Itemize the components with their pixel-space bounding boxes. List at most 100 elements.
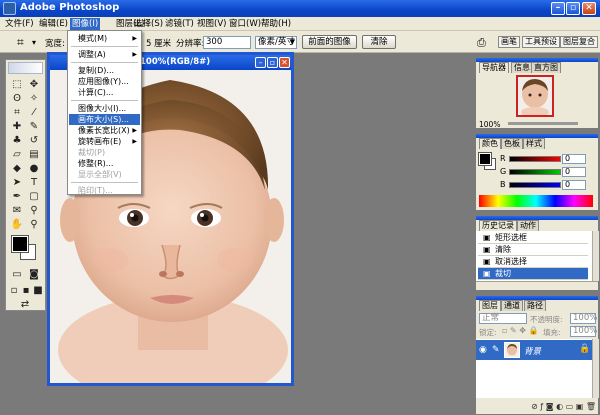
history-item[interactable]: ▣ 裁切 (478, 268, 588, 280)
layer-row-background[interactable]: ◉ ✎ 背景 🔒 (476, 340, 592, 360)
tab-actions[interactable]: 动作 (517, 220, 539, 231)
front-image-button[interactable]: 前面的图像 (302, 35, 357, 49)
dodge-tool-icon[interactable]: ● (27, 162, 41, 175)
image-menu-item[interactable]: 复制(D)... (69, 65, 140, 76)
blur-tool-icon[interactable]: ◆ (10, 162, 24, 175)
doc-minimize-icon[interactable]: – (255, 57, 266, 68)
history-item[interactable]: ▣ 矩形选框 (478, 232, 588, 244)
tab-layers[interactable]: 图层 (479, 300, 501, 311)
healing-brush-icon[interactable]: ✚ (10, 120, 24, 133)
tab-history[interactable]: 历史记录 (479, 220, 517, 231)
brush-tool-icon[interactable]: ✎ (27, 120, 41, 133)
menu-file[interactable]: 文件(F) (3, 18, 36, 30)
channel-g-slider[interactable] (509, 169, 561, 175)
tab-navigator[interactable]: 导航器 (479, 62, 509, 73)
tab-histogram[interactable]: 直方图 (531, 62, 561, 73)
history-item[interactable]: ▣ 取消选择 (478, 256, 588, 268)
width-input[interactable] (68, 36, 70, 49)
image-menu-item[interactable]: 修整(R)... (69, 158, 140, 169)
image-menu-item[interactable]: 计算(C)... (69, 87, 140, 98)
clone-stamp-icon[interactable]: ♣ (10, 134, 24, 147)
tab-layer-comps[interactable]: 图层复合 (560, 36, 598, 48)
tab-brushes[interactable]: 画笔 (498, 36, 520, 48)
jump-to-imageready-icon[interactable]: ⇄ (18, 298, 32, 311)
menu-view[interactable]: 视图(V) (195, 18, 228, 30)
color-fg-swatch[interactable] (479, 153, 491, 165)
standard-mode-icon[interactable]: ▭ (10, 268, 24, 281)
new-group-icon[interactable]: ▭ (566, 402, 574, 411)
screen-mode-1-icon[interactable]: ▫ (8, 284, 20, 297)
hand-tool-icon[interactable]: ✋ (10, 218, 24, 231)
color-ramp[interactable] (479, 195, 593, 207)
tab-styles[interactable]: 样式 (523, 138, 545, 149)
zoom-slider[interactable] (508, 122, 578, 125)
history-scrollbar[interactable] (592, 231, 599, 281)
opacity-input[interactable]: 100% (570, 313, 597, 324)
blend-mode-select[interactable]: 正常 (479, 313, 527, 324)
layer-style-icon[interactable]: ƒ (540, 402, 543, 411)
adjustment-layer-icon[interactable]: ◐ (556, 402, 563, 411)
menu-select[interactable]: 选择(S) (132, 18, 165, 30)
history-item[interactable]: ▣ 清除 (478, 244, 588, 256)
layer-mask-icon[interactable]: ◙ (546, 402, 554, 411)
image-menu-item[interactable]: 图像大小(I)... (69, 103, 140, 114)
doc-close-icon[interactable]: ✕ (279, 57, 290, 68)
magic-wand-icon[interactable]: ✧ (27, 92, 41, 105)
slice-tool-icon[interactable]: ⁄ (27, 106, 41, 119)
image-menu-item[interactable]: 模式(M) ▶ (69, 33, 140, 44)
new-layer-icon[interactable]: ▣ (576, 402, 584, 411)
notes-tool-icon[interactable]: ✉ (10, 204, 24, 217)
image-menu-item[interactable]: 调整(A) ▶ (69, 49, 140, 60)
resolution-input[interactable]: 300 (203, 36, 251, 49)
crop-icon[interactable]: ⌗ (10, 106, 24, 119)
move-tool-icon[interactable]: ✥ (27, 78, 41, 91)
pen-tool-icon[interactable]: ✒ (10, 190, 24, 203)
palette-well-icon[interactable]: ⎙ (477, 36, 486, 50)
shape-tool-icon[interactable]: ▢ (27, 190, 41, 203)
eyedropper-icon[interactable]: ⚲ (27, 204, 41, 217)
brush-link-icon[interactable]: ✎ (492, 345, 500, 355)
doc-maximize-icon[interactable]: ▫ (267, 57, 278, 68)
menu-image[interactable]: 图像(I) (70, 18, 101, 30)
path-select-icon[interactable]: ➤ (10, 176, 24, 189)
navigator-thumbnail[interactable] (516, 75, 554, 117)
eye-icon[interactable]: ◉ (479, 345, 487, 355)
tab-channels[interactable]: 通道 (501, 300, 523, 311)
fill-input[interactable]: 100% (570, 326, 597, 337)
image-menu-item[interactable]: 画布大小(S)... (69, 114, 140, 125)
lasso-tool-icon[interactable]: ʘ (10, 92, 24, 105)
channel-r-slider[interactable] (509, 156, 561, 162)
marquee-tool-icon[interactable]: ⬚ (10, 78, 24, 91)
gradient-icon[interactable]: ▤ (27, 148, 41, 161)
layers-scrollbar[interactable] (592, 339, 599, 398)
screen-mode-3-icon[interactable]: ■ (32, 284, 44, 297)
history-brush-icon[interactable]: ↺ (27, 134, 41, 147)
menu-help[interactable]: 帮助(H) (259, 18, 293, 30)
tool-dropdown-arrow-icon[interactable]: ▾ (32, 38, 36, 47)
close-icon[interactable]: ✕ (582, 2, 596, 15)
maximize-icon[interactable]: ▫ (566, 2, 580, 15)
resolution-unit-select[interactable]: 像素/英寸 ▼ (255, 36, 297, 49)
type-tool-icon[interactable]: T (27, 176, 41, 189)
lock-icons[interactable]: ▫ ✎ ✥ 🔒 (502, 326, 538, 335)
clear-button[interactable]: 清除 (362, 35, 396, 49)
screen-mode-2-icon[interactable]: ▪ (20, 284, 32, 297)
tab-paths[interactable]: 路径 (524, 300, 546, 311)
trash-icon[interactable]: 🗑 (586, 402, 596, 411)
tab-swatches[interactable]: 色板 (501, 138, 523, 149)
tab-tool-presets[interactable]: 工具预设 (522, 36, 560, 48)
menu-filter[interactable]: 滤镜(T) (163, 18, 196, 30)
foreground-color-swatch[interactable] (12, 236, 28, 252)
crop-tool-icon[interactable]: ⌗ (17, 35, 24, 50)
menu-window[interactable]: 窗口(W) (227, 18, 263, 30)
channel-g-input[interactable]: 0 (562, 167, 586, 177)
tab-color[interactable]: 颜色 (479, 138, 501, 149)
link-layers-icon[interactable]: ⊘ (531, 402, 538, 411)
image-menu-item[interactable]: 应用图像(Y)... (69, 76, 140, 87)
channel-b-input[interactable]: 0 (562, 180, 586, 190)
channel-b-slider[interactable] (509, 182, 561, 188)
menu-edit[interactable]: 编辑(E) (37, 18, 70, 30)
image-menu-item[interactable]: 旋转画布(E) ▶ (69, 136, 140, 147)
tab-info[interactable]: 信息 (511, 62, 533, 73)
zoom-tool-icon[interactable]: ⚲ (27, 218, 41, 231)
